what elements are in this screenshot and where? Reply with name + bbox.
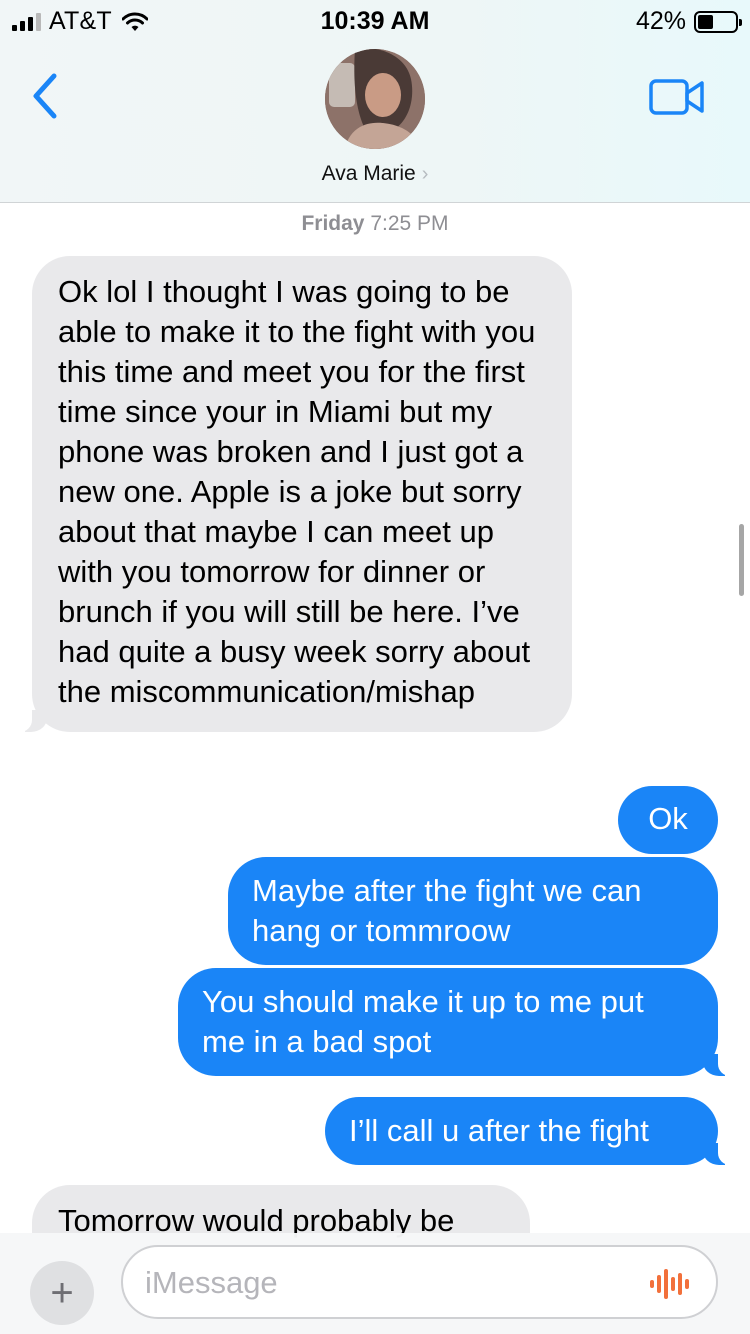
apps-plus-button[interactable]: + — [30, 1261, 94, 1325]
outgoing-message-bubble[interactable]: I’ll call u after the fight — [325, 1097, 744, 1165]
cellular-signal-icon — [12, 12, 41, 31]
facetime-video-button[interactable] — [648, 77, 706, 117]
wifi-icon — [121, 12, 148, 31]
outgoing-message-bubble[interactable]: Ok — [618, 786, 718, 854]
battery-percentage: 42% — [635, 7, 686, 35]
audio-waveform-icon[interactable] — [650, 1267, 690, 1301]
status-bar: AT&T 10:39 AM 42% — [0, 0, 750, 42]
battery-icon — [694, 10, 742, 33]
message-input[interactable] — [145, 1262, 645, 1304]
carrier-name: AT&T — [49, 7, 112, 35]
back-chevron-icon — [33, 73, 57, 119]
contact-avatar[interactable] — [325, 49, 425, 149]
outgoing-message-bubble[interactable]: Maybe after the fight we can hang or tom… — [228, 857, 718, 965]
plus-icon: + — [50, 1271, 74, 1315]
avatar-photo — [325, 49, 425, 149]
compose-bar: + — [0, 1233, 750, 1334]
timestamp-time: 7:25 PM — [370, 212, 449, 235]
message-timestamp: Friday 7:25 PM — [0, 212, 750, 236]
incoming-message-bubble[interactable]: Ok lol I thought I was going to be able … — [6, 256, 572, 732]
outgoing-message-bubble[interactable]: You should make it up to me put me in a … — [178, 968, 744, 1076]
scroll-indicator[interactable] — [739, 524, 744, 596]
chevron-right-icon: › — [421, 163, 429, 185]
message-field[interactable] — [121, 1245, 718, 1319]
timestamp-day: Friday — [301, 212, 365, 235]
contact-name-link[interactable]: Ava Marie › — [0, 162, 750, 186]
back-button[interactable] — [26, 70, 66, 122]
video-camera-icon — [649, 79, 704, 115]
contact-name: Ava Marie — [321, 162, 416, 185]
